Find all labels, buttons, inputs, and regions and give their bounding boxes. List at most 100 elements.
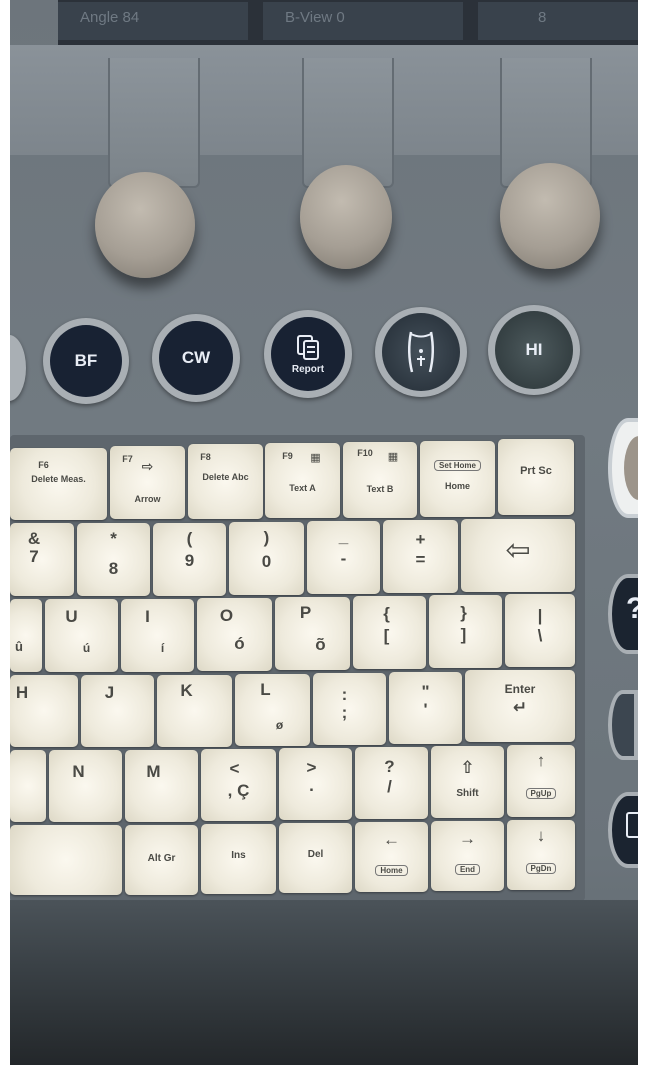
key-0[interactable]: ) 0 (229, 522, 304, 595)
side-button-3[interactable] (608, 792, 638, 868)
key-n[interactable]: N (49, 750, 122, 822)
console-lower-shadow (10, 900, 638, 1065)
side-button-2[interactable] (608, 690, 638, 760)
rotary-knob-3[interactable] (500, 163, 600, 269)
body-mark-button[interactable] (382, 313, 460, 391)
key-quote[interactable]: " ' (389, 672, 462, 744)
key-f8-label: Delete Abc (202, 472, 249, 482)
key-slash[interactable]: ? / (355, 747, 428, 819)
key-right-bracket-bottom: ] (460, 625, 467, 644)
key-backslash-bottom: \ (537, 626, 543, 645)
key-space[interactable] (10, 825, 122, 895)
key-partial-b[interactable] (10, 750, 46, 822)
bf-button-label: BF (74, 351, 98, 370)
key-comma[interactable]: < , Ç (201, 749, 276, 821)
key-set-home-fn: Set Home (434, 460, 481, 471)
cw-button-label: CW (181, 348, 211, 367)
key-quote-bottom: ' (423, 700, 428, 719)
key-semicolon[interactable]: : ; (313, 673, 386, 745)
key-pgdn-label: PgDn (525, 863, 557, 874)
key-prt-sc-label: Prt Sc (520, 465, 552, 477)
key-quote-top: " (421, 682, 430, 701)
rotary-knob-1[interactable] (95, 172, 195, 278)
key-alt-gr-label: Alt Gr (147, 853, 176, 864)
key-left-bracket-top: { (383, 604, 390, 623)
report-button-label: Report (291, 363, 325, 375)
key-p-bottom: õ (315, 635, 326, 654)
key-p-top: P (299, 603, 312, 622)
paddle-1[interactable] (108, 58, 200, 188)
key-home-nav-label: Home (375, 865, 408, 876)
key-del-label: Del (307, 849, 324, 860)
key-down-pgdn[interactable]: ↓ PgDn (507, 820, 575, 890)
key-f7-label: Arrow (134, 494, 161, 504)
rotary-knob-2[interactable] (300, 165, 392, 269)
key-left-bracket[interactable]: { [ (353, 596, 426, 669)
key-home-label: Home (444, 481, 470, 491)
key-8[interactable]: * 8 (77, 523, 150, 596)
key-period-top: > (306, 758, 317, 777)
key-enter[interactable]: Enter ↵ (465, 670, 575, 742)
key-prt-sc[interactable]: Prt Sc (498, 439, 574, 515)
key-equals-bottom: = (415, 550, 426, 569)
key-7[interactable]: & 7 (10, 523, 74, 596)
key-shift-label: Shift (456, 788, 479, 799)
key-pgup[interactable]: ↑ PgUp (507, 745, 575, 817)
key-l[interactable]: L ø (235, 674, 310, 746)
key-f9-label: Text A (289, 483, 316, 493)
hi-button-label: HI (525, 340, 543, 359)
key-left-home[interactable]: ← Home (355, 822, 428, 892)
key-m[interactable]: M (125, 750, 198, 822)
key-7-bottom: 7 (29, 547, 39, 566)
shift-arrow-icon: ⇧ (460, 758, 475, 777)
key-o-bottom: ó (234, 634, 245, 653)
key-0-top: ) (263, 528, 270, 547)
key-u-bottom: ú (82, 641, 91, 655)
key-period[interactable]: > . (279, 748, 352, 820)
key-equals-top: + (415, 530, 426, 549)
key-9-bottom: 9 (184, 551, 195, 570)
trackball-ring-partial[interactable] (608, 418, 638, 518)
key-period-bottom: . (309, 776, 314, 795)
key-backslash[interactable]: | \ (505, 594, 575, 667)
key-8-top: * (110, 529, 117, 548)
key-set-home[interactable]: Set Home Home (420, 441, 495, 517)
cw-button[interactable]: CW (159, 321, 233, 395)
key-slash-bottom: / (387, 777, 392, 796)
screen-cell-angle: Angle 84 (58, 2, 248, 40)
key-k-top: K (180, 681, 193, 700)
key-minus[interactable]: _ - (307, 521, 380, 594)
enter-arrow-icon: ↵ (512, 698, 528, 717)
ultrasound-console-photo: Angle 84 B-View 0 8 BF CW Report HI F6 D… (10, 0, 638, 1065)
key-left-bracket-bottom: [ (383, 626, 390, 645)
key-alt-gr[interactable]: Alt Gr (125, 825, 198, 895)
key-ins[interactable]: Ins (201, 824, 276, 894)
report-button[interactable]: Report (271, 317, 345, 391)
hi-button[interactable]: HI (495, 311, 573, 389)
key-backspace[interactable]: ⇦ (461, 519, 575, 592)
key-0-bottom: 0 (261, 552, 272, 571)
key-o-top: O (219, 606, 234, 625)
key-m-top: M (146, 762, 161, 781)
down-arrow-icon: ↓ (536, 826, 546, 845)
key-equals[interactable]: + = (383, 520, 458, 593)
key-9[interactable]: ( 9 (153, 523, 226, 596)
key-del[interactable]: Del (279, 823, 352, 893)
key-f10-label: Text B (366, 484, 394, 494)
document-icon (626, 812, 638, 838)
monitor-strip: Angle 84 B-View 0 8 (58, 0, 638, 49)
key-enter-label: Enter (504, 682, 536, 696)
key-right-end[interactable]: → End (431, 821, 504, 891)
key-minus-bottom: - (340, 549, 347, 568)
key-right-bracket[interactable]: } ] (429, 595, 502, 668)
trackball[interactable] (624, 436, 638, 500)
key-shift[interactable]: ⇧ Shift (431, 746, 504, 818)
text-box-icon: ▦ (387, 451, 399, 463)
key-minus-top: _ (338, 527, 349, 546)
key-p[interactable]: P õ (275, 597, 350, 670)
screen-cell-bview: B-View 0 (263, 2, 463, 40)
key-f10-text-b[interactable]: F10 ▦ Text B (343, 442, 417, 518)
bf-button[interactable]: BF (50, 325, 122, 397)
key-ins-label: Ins (231, 850, 246, 861)
side-button-1[interactable]: ? (608, 574, 638, 654)
